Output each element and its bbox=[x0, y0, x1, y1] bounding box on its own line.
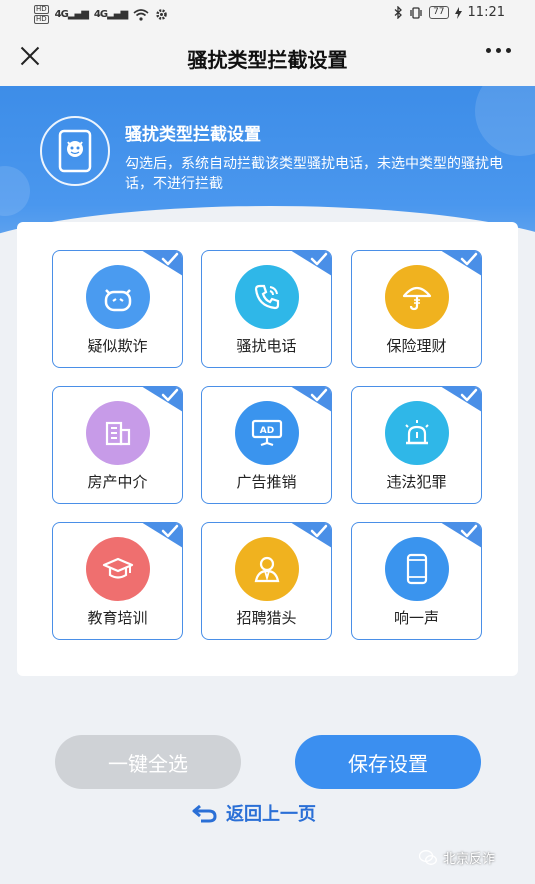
wifi-icon bbox=[133, 8, 149, 21]
signal-label: 4G bbox=[54, 9, 69, 20]
category-card: 疑似欺诈 骚扰电话 保险理财房产中介 AD 广告推销 违法犯罪教育培训 招聘猎头 响一声 bbox=[17, 222, 518, 676]
gear-icon bbox=[156, 9, 167, 20]
return-arrow-icon bbox=[192, 804, 217, 823]
status-bar: HD HD 4G▂▄▆ 4G▂▄▆ 77 11:21 bbox=[0, 0, 535, 28]
svg-text:AD: AD bbox=[260, 426, 274, 436]
category-tile[interactable]: 骚扰电话 bbox=[201, 250, 332, 368]
category-label: 保险理财 bbox=[386, 337, 447, 355]
category-tile[interactable]: 房产中介 bbox=[52, 386, 183, 504]
watermark-label: 北京反诈 bbox=[442, 852, 495, 867]
back-link-label: 返回上一页 bbox=[226, 804, 316, 825]
decorative-bubble bbox=[475, 86, 535, 156]
phone-icon bbox=[235, 265, 299, 329]
banner-title: 骚扰类型拦截设置 bbox=[125, 125, 261, 145]
decorative-bubble bbox=[0, 166, 30, 216]
dot-icon bbox=[506, 48, 511, 53]
dot-icon bbox=[496, 48, 501, 53]
umbrella-icon bbox=[385, 265, 449, 329]
status-right: 77 11:21 bbox=[394, 5, 505, 20]
dot-icon bbox=[486, 48, 491, 53]
graduation-cap-icon bbox=[86, 537, 150, 601]
category-label: 响一声 bbox=[393, 609, 439, 627]
bluetooth-icon bbox=[394, 6, 403, 19]
back-link[interactable]: 返回上一页 bbox=[192, 800, 316, 826]
vibrate-icon bbox=[410, 6, 422, 19]
category-label: 广告推销 bbox=[236, 473, 297, 491]
checkmark-icon bbox=[141, 523, 182, 548]
category-tile[interactable]: 响一声 bbox=[351, 522, 482, 640]
status-time: 11:21 bbox=[467, 5, 505, 20]
checkmark-icon bbox=[141, 387, 182, 412]
person-icon bbox=[235, 537, 299, 601]
category-label: 疑似欺诈 bbox=[87, 337, 148, 355]
category-label: 违法犯罪 bbox=[386, 473, 447, 491]
category-label: 教育培训 bbox=[87, 609, 148, 627]
category-tile[interactable]: AD 广告推销 bbox=[201, 386, 332, 504]
signal-icon: 4G▂▄▆ bbox=[93, 9, 128, 20]
category-label: 房产中介 bbox=[87, 473, 148, 491]
wechat-icon bbox=[418, 849, 437, 865]
page-title: 骚扰类型拦截设置 bbox=[187, 48, 348, 72]
robot-face-icon bbox=[86, 265, 150, 329]
checkmark-icon bbox=[440, 251, 481, 276]
checkmark-icon bbox=[440, 387, 481, 412]
phone-shield-icon bbox=[40, 116, 110, 186]
hd-badge: HD bbox=[34, 15, 49, 24]
more-options-button[interactable] bbox=[486, 48, 511, 53]
category-tile[interactable]: 保险理财 bbox=[351, 250, 482, 368]
save-button[interactable]: 保存设置 bbox=[295, 735, 481, 789]
checkmark-icon bbox=[141, 251, 182, 276]
signal-icon: 4G▂▄▆ bbox=[54, 9, 89, 20]
checkmark-icon bbox=[290, 387, 331, 412]
ad-board-icon: AD bbox=[235, 401, 299, 465]
charging-icon bbox=[454, 6, 462, 19]
checkmark-icon bbox=[290, 251, 331, 276]
category-label: 招聘猎头 bbox=[236, 609, 297, 627]
title-bar: 骚扰类型拦截设置 bbox=[0, 28, 535, 86]
hd-badge: HD bbox=[34, 5, 49, 14]
category-tile[interactable]: 招聘猎头 bbox=[201, 522, 332, 640]
banner-description: 勾选后，系统自动拦截该类型骚扰电话，未选中类型的骚扰电话，不进行拦截 bbox=[125, 156, 503, 192]
mobile-phone-icon bbox=[385, 537, 449, 601]
checkmark-icon bbox=[290, 523, 331, 548]
status-left: HD HD 4G▂▄▆ 4G▂▄▆ bbox=[34, 5, 168, 24]
signal-label: 4G bbox=[93, 9, 108, 20]
category-tile[interactable]: 教育培训 bbox=[52, 522, 183, 640]
battery-indicator: 77 bbox=[429, 6, 449, 19]
checkmark-icon bbox=[440, 523, 481, 548]
category-label: 骚扰电话 bbox=[236, 337, 297, 355]
category-tile[interactable]: 违法犯罪 bbox=[351, 386, 482, 504]
select-all-button[interactable]: 一键全选 bbox=[55, 735, 241, 789]
watermark: 北京反诈 bbox=[418, 848, 495, 867]
hd-badges: HD HD bbox=[34, 5, 49, 24]
category-tile[interactable]: 疑似欺诈 bbox=[52, 250, 183, 368]
building-icon bbox=[86, 401, 150, 465]
alarm-light-icon bbox=[385, 401, 449, 465]
